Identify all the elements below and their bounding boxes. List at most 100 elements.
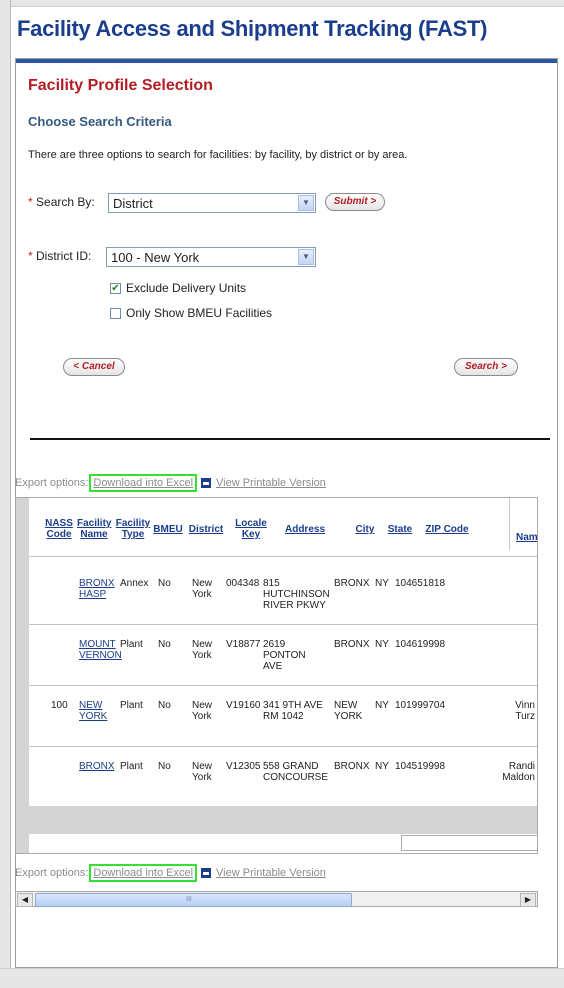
cell-bmeu: No: [158, 700, 171, 711]
cell-locale-key: V12305: [226, 761, 261, 772]
cell-facility-name-link[interactable]: NEW YORK: [79, 700, 109, 722]
cancel-button[interactable]: < Cancel: [63, 358, 125, 376]
col-header-name-cell: Name: [509, 498, 537, 550]
cell-address: 2619 PONTON AVE: [263, 639, 306, 672]
cell-city: NEW YORK: [334, 700, 363, 722]
printer-icon[interactable]: [201, 868, 212, 878]
district-id-label-text: District ID:: [36, 249, 92, 263]
col-header-nass-code[interactable]: NASS Code: [44, 518, 74, 540]
results-grid: NASS Code Facility Name Facility Type BM…: [15, 497, 538, 854]
cell-bmeu: No: [158, 639, 171, 650]
section-title: Facility Profile Selection: [28, 77, 213, 94]
col-header-zip-code[interactable]: ZIP Code: [419, 524, 475, 535]
cell-facility-name-link[interactable]: BRONX: [79, 761, 115, 772]
search-by-label-text: Search By:: [36, 195, 95, 209]
cell-state: NY: [375, 761, 389, 772]
grid-scroll-region[interactable]: [401, 835, 537, 851]
cell-district: New York: [192, 700, 213, 722]
cell-contact-name: Vinn Turz: [515, 700, 535, 722]
submit-button[interactable]: Submit >: [325, 193, 385, 211]
cell-city: BRONX: [334, 639, 370, 650]
printer-icon[interactable]: [201, 478, 212, 488]
scrollbar-grip-icon: III: [186, 896, 192, 903]
cell-locale-key: 004348: [226, 578, 260, 589]
horizontal-scrollbar[interactable]: ◀ III ▶: [15, 891, 538, 907]
col-header-district[interactable]: District: [185, 524, 227, 535]
col-header-city[interactable]: City: [351, 524, 379, 535]
export-options-label: Export options:: [15, 477, 89, 489]
exclude-delivery-units-option[interactable]: ✔ Exclude Delivery Units: [110, 281, 246, 295]
district-id-value: 100 - New York: [111, 250, 200, 265]
cell-state: NY: [375, 700, 389, 711]
printable-version-link[interactable]: View Printable Version: [216, 867, 326, 879]
cell-zip-code: 104651818: [395, 578, 446, 589]
cell-district: New York: [192, 761, 213, 783]
window-top-border: [0, 0, 564, 7]
grid-footer-area: [29, 806, 537, 834]
panel-top-bar: [16, 59, 557, 63]
cell-contact-name: Randi Maldon: [502, 761, 535, 783]
cell-zip-code: 101999704: [395, 700, 446, 711]
cell-district: New York: [192, 578, 213, 600]
cell-zip-code: 104519998: [395, 761, 446, 772]
cell-locale-key: V18877: [226, 639, 261, 650]
cell-address: 815 HUTCHINSON RIVER PKWY: [263, 578, 330, 611]
cell-address: 341 9TH AVE RM 1042: [263, 700, 323, 722]
cell-locale-key: V19160: [226, 700, 261, 711]
cell-bmeu: No: [158, 761, 171, 772]
printable-version-link[interactable]: View Printable Version: [216, 477, 326, 489]
window-left-border: [0, 0, 11, 987]
download-excel-link[interactable]: Download into Excel: [89, 474, 198, 492]
table-row-divider: [29, 746, 537, 747]
cell-bmeu: No: [158, 578, 171, 589]
cell-district: New York: [192, 639, 213, 661]
district-id-label: * District ID:: [28, 249, 91, 263]
col-header-facility-name[interactable]: Facility Name: [77, 518, 111, 540]
cell-city: BRONX: [334, 761, 370, 772]
scroll-right-icon[interactable]: ▶: [520, 893, 536, 907]
export-options-bottom: Export options: Download into Excel View…: [15, 864, 326, 882]
col-header-bmeu[interactable]: BMEU: [153, 524, 183, 535]
required-marker: *: [28, 195, 33, 209]
cell-zip-code: 104619998: [395, 639, 446, 650]
search-button[interactable]: Search >: [454, 358, 518, 376]
search-by-select[interactable]: District ▼: [108, 193, 316, 213]
cell-facility-name-link[interactable]: MOUNT VERNON: [79, 639, 122, 661]
table-row-divider: [29, 685, 537, 686]
cell-facility-name-link[interactable]: BRONX HASP: [79, 578, 115, 600]
cell-address: 558 GRAND CONCOURSE: [263, 761, 329, 783]
results-table: NASS Code Facility Name Facility Type BM…: [29, 498, 537, 853]
cell-facility-type: Annex: [120, 578, 149, 589]
intro-text: There are three options to search for fa…: [28, 149, 408, 161]
exclude-delivery-units-checkbox[interactable]: ✔: [110, 282, 121, 294]
app-title: Facility Access and Shipment Tracking (F…: [17, 16, 488, 41]
col-header-name[interactable]: Name: [516, 532, 537, 543]
chevron-down-icon[interactable]: ▼: [298, 195, 314, 211]
bmeu-only-option[interactable]: Only Show BMEU Facilities: [110, 306, 272, 320]
cell-city: BRONX: [334, 578, 370, 589]
col-header-facility-type[interactable]: Facility Type: [115, 518, 151, 540]
district-id-select[interactable]: 100 - New York ▼: [106, 247, 316, 267]
col-header-state[interactable]: State: [385, 524, 415, 535]
bmeu-only-checkbox[interactable]: [110, 307, 121, 319]
export-options-label: Export options:: [15, 867, 89, 879]
export-options-top: Export options: Download into Excel View…: [15, 474, 326, 492]
search-by-label: * Search By:: [28, 195, 95, 209]
subsection-title: Choose Search Criteria: [28, 114, 172, 129]
table-row-divider: [29, 624, 537, 625]
section-divider: [30, 438, 550, 440]
search-by-value: District: [113, 196, 153, 211]
download-excel-link[interactable]: Download into Excel: [89, 864, 198, 882]
window-bottom-border: [0, 968, 564, 988]
table-row-divider: [29, 556, 537, 557]
scroll-left-icon[interactable]: ◀: [17, 893, 33, 907]
col-header-locale-key[interactable]: Locale Key: [233, 518, 269, 540]
cell-nass-code: 100: [51, 700, 68, 711]
cell-facility-type: Plant: [120, 639, 143, 650]
bmeu-only-label: Only Show BMEU Facilities: [126, 306, 273, 320]
cell-state: NY: [375, 639, 389, 650]
cell-facility-type: Plant: [120, 700, 143, 711]
col-header-address[interactable]: Address: [281, 524, 329, 535]
chevron-down-icon[interactable]: ▼: [298, 249, 314, 265]
scrollbar-thumb[interactable]: III: [35, 893, 352, 907]
